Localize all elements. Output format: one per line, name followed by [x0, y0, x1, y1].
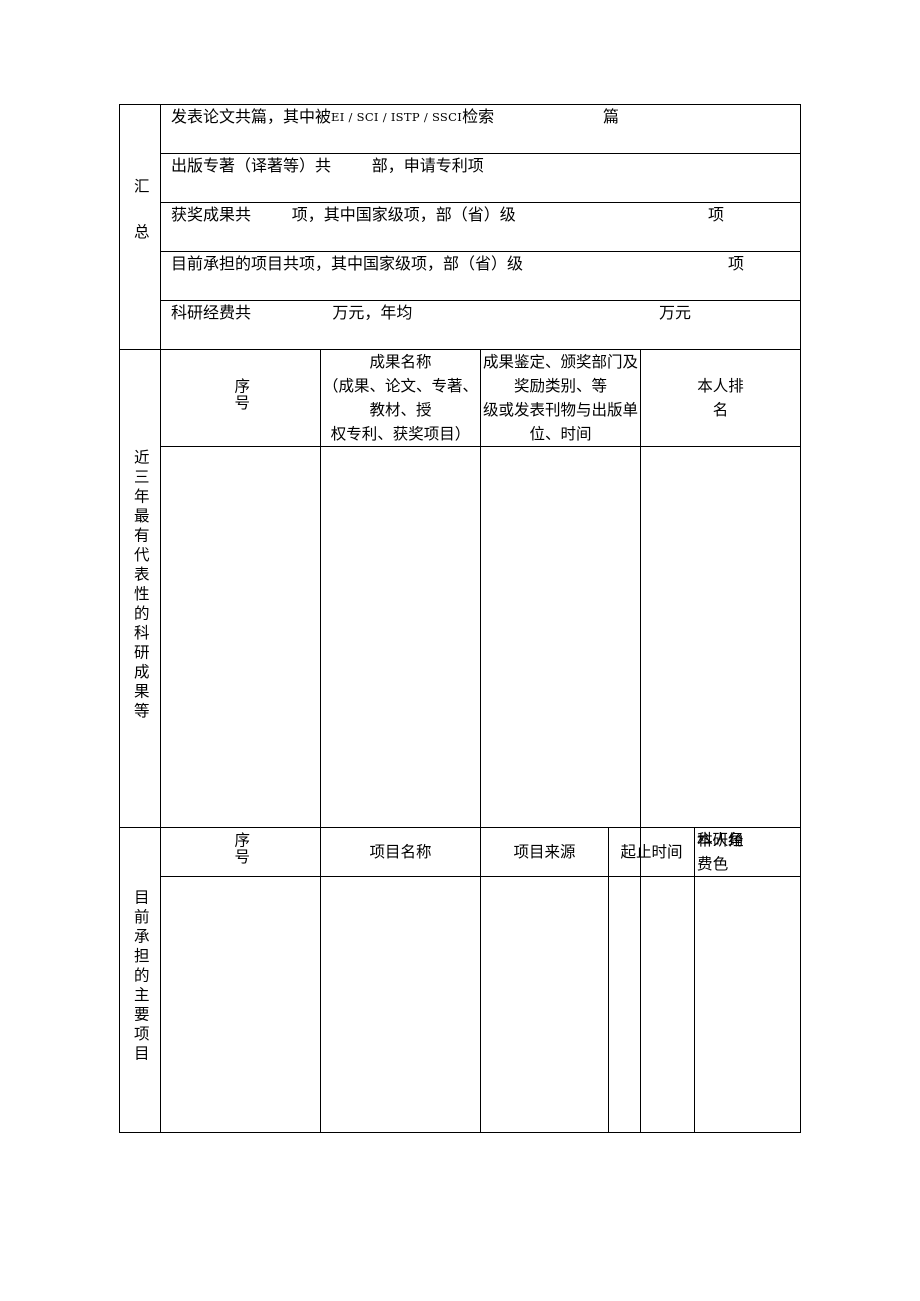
achievements-header-name: 成果名称 （成果、论文、专著、教材、授 权专利、获奖项目）	[320, 348, 481, 448]
projects-header-period-text: 起止时间	[620, 843, 683, 862]
table-row: 出版专著（译著等）共 部，申请专利项	[120, 153, 801, 203]
projects-cell-source[interactable]	[481, 877, 609, 1133]
summary-awards-unit: 项	[708, 205, 725, 224]
achievements-header-rank-line1: 本人排	[697, 377, 744, 396]
achievements-cell-rank[interactable]	[640, 446, 801, 829]
achievements-section-label-text: 近三年最有代表性的科研成果等	[131, 448, 150, 722]
summary-papers-index-list: EI / SCI / ISTP / SSCI	[331, 110, 463, 124]
summary-section-label: 汇总	[119, 104, 161, 350]
projects-header-group: 项目来源 起止时间 科研经 费	[480, 827, 744, 878]
achievements-header-source: 成果鉴定、颁奖部门及奖励类别、等 级或发表刊物与出版单位、时间	[480, 348, 641, 448]
summary-current-projects-unit: 项	[728, 254, 745, 273]
achievements-header-rank-line2: 名	[712, 401, 729, 420]
summary-section-label-text: 汇总	[131, 177, 150, 269]
projects-header-source: 项目来源	[481, 828, 609, 877]
achievements-cell-source[interactable]	[480, 446, 641, 829]
projects-cell-group	[480, 876, 695, 1134]
research-record-form: 汇总 发表论文共篇，其中被EI / SCI / ISTP / SSCI检索 篇 …	[119, 104, 801, 1134]
summary-funding-text: 科研经费共 万元，年均	[171, 303, 413, 322]
projects-cell-seq[interactable]	[160, 876, 321, 1134]
achievements-header-seq: 序号	[160, 348, 321, 448]
projects-section-label: 目前承担的主要项目	[119, 827, 161, 1134]
summary-current-projects-text: 目前承担的项目共项，其中国家级项，部（省）级	[171, 254, 524, 273]
summary-row-monographs: 出版专著（译著等）共 部，申请专利项	[160, 153, 801, 203]
table-row: 科研经费共 万元，年均 万元	[120, 300, 801, 350]
achievements-header-source-line2: 级或发表刊物与出版单位、时间	[482, 401, 638, 444]
projects-section-label-text: 目前承担的主要项目	[131, 888, 150, 1065]
summary-monographs-text: 出版专著（译著等）共 部，申请专利项	[171, 156, 484, 175]
table-row: 目前承担的主要项目 序号 项目名称 项目来源 起止时间 科研经 费 本人角 色	[119, 827, 801, 1134]
table-row: 目前承担的项目共项，其中国家级项，部（省）级 项	[120, 251, 801, 301]
summary-row-funding: 科研经费共 万元，年均 万元	[160, 300, 801, 350]
achievements-header-seq-text: 序号	[232, 378, 251, 412]
projects-cell-name[interactable]	[320, 876, 481, 1134]
projects-header-name-text: 项目名称	[369, 843, 432, 862]
achievements-header-source-line1: 成果鉴定、颁奖部门及奖励类别、等	[482, 353, 638, 396]
table-row: 近三年最有代表性的科研成果等 序号 成果名称 （成果、论文、专著、教材、授 权专…	[119, 348, 801, 829]
table-row: 汇总 发表论文共篇，其中被EI / SCI / ISTP / SSCI检索 篇	[119, 104, 801, 350]
achievements-header-name-line1: 成果名称	[369, 353, 432, 371]
summary-papers-text-after: 检索	[462, 107, 495, 126]
achievements-cell-name[interactable]	[320, 446, 481, 829]
summary-funding-unit: 万元	[659, 303, 692, 322]
summary-row-papers: 发表论文共篇，其中被EI / SCI / ISTP / SSCI检索 篇	[160, 104, 801, 154]
projects-header-name: 项目名称	[320, 827, 481, 878]
achievements-header-rank: 本人排 名	[640, 348, 801, 448]
summary-papers-unit: 篇	[603, 107, 620, 126]
table-row	[120, 446, 801, 829]
summary-awards-text: 获奖成果共 项，其中国家级项，部（省）级	[171, 205, 516, 224]
table-row: 获奖成果共 项，其中国家级项，部（省）级 项	[120, 202, 801, 252]
projects-header-seq-text: 序号	[232, 832, 251, 866]
achievements-cell-seq[interactable]	[160, 446, 321, 829]
summary-row-awards: 获奖成果共 项，其中国家级项，部（省）级 项	[160, 202, 801, 252]
projects-cell-role[interactable]	[640, 876, 801, 1134]
projects-header-seq: 序号	[160, 827, 321, 878]
document-page: 汇总 发表论文共篇，其中被EI / SCI / ISTP / SSCI检索 篇 …	[0, 0, 920, 1301]
achievements-header-name-line2: （成果、论文、专著、教材、授	[322, 377, 478, 420]
summary-row-current-projects: 目前承担的项目共项，其中国家级项，部（省）级 项	[160, 251, 801, 301]
summary-papers-text-before: 发表论文共篇，其中被	[171, 107, 332, 126]
achievements-section-label: 近三年最有代表性的科研成果等	[119, 348, 161, 829]
achievements-header-name-line3: 权专利、获奖项目）	[330, 425, 471, 444]
projects-header-source-text: 项目来源	[513, 843, 576, 862]
table-row	[120, 876, 801, 1134]
